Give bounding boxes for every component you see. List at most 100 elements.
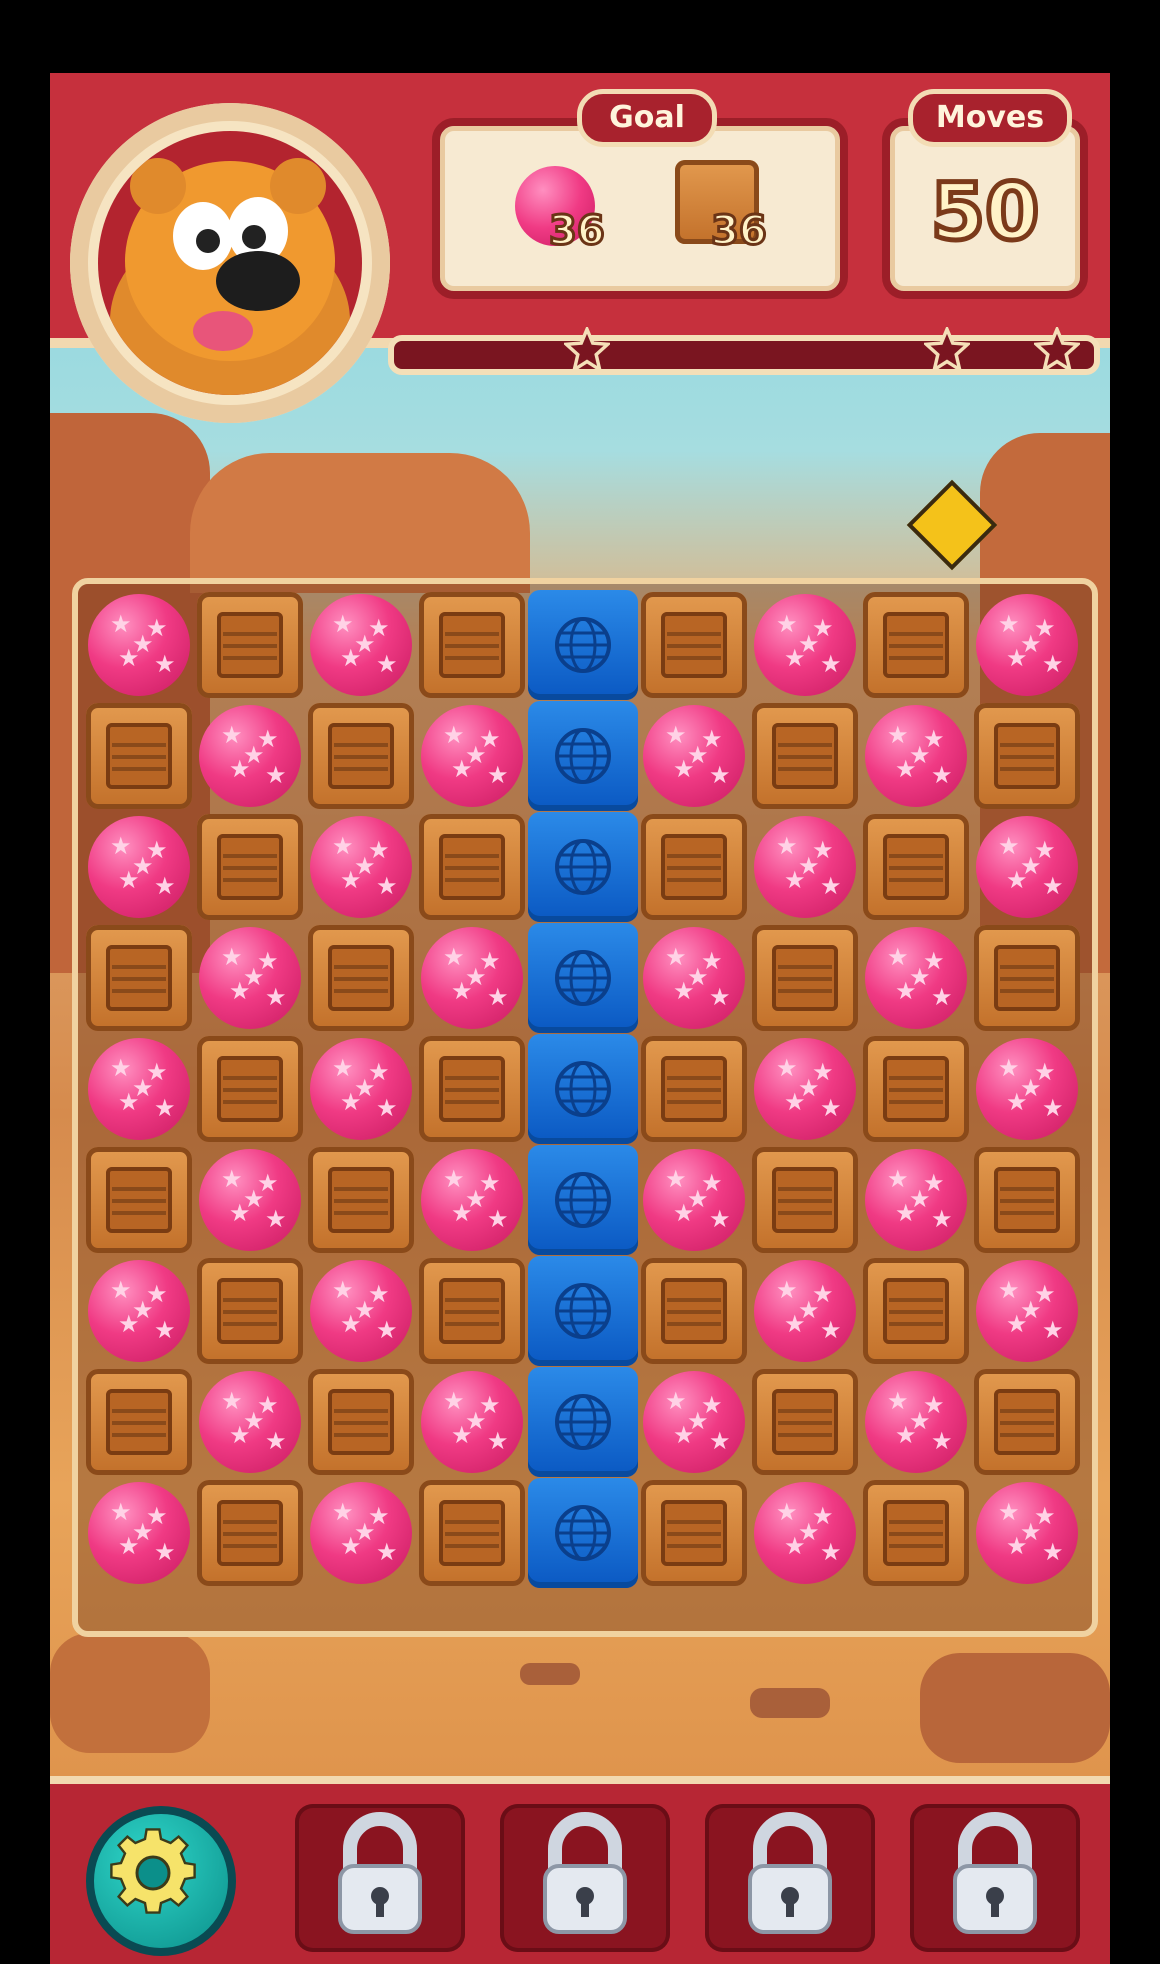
board-cell-crate[interactable] — [861, 1256, 971, 1366]
board-cell-balloon[interactable]: ★ ★ ★ ★ ★ — [417, 701, 527, 811]
board-cell-balloon[interactable]: ★ ★ ★ ★ ★ — [417, 1145, 527, 1255]
board-cell-balloon[interactable]: ★ ★ ★ ★ ★ — [639, 701, 749, 811]
board-cell-crate[interactable] — [306, 923, 416, 1033]
balloon-icon: ★ ★ ★ ★ ★ — [88, 594, 190, 696]
board-cell-crate[interactable] — [417, 590, 527, 700]
crate-icon — [863, 1258, 969, 1364]
board-cell-crate[interactable] — [195, 1478, 305, 1588]
board-cell-balloon[interactable]: ★ ★ ★ ★ ★ — [84, 812, 194, 922]
board-cell-balloon[interactable]: ★ ★ ★ ★ ★ — [417, 923, 527, 1033]
board-cell-balloon[interactable]: ★ ★ ★ ★ ★ — [639, 923, 749, 1033]
board-cell-balloon[interactable]: ★ ★ ★ ★ ★ — [639, 1145, 749, 1255]
board-cell-crate[interactable] — [972, 1367, 1082, 1477]
board-cell-cube[interactable] — [528, 1256, 638, 1366]
board-cell-cube[interactable] — [528, 1478, 638, 1588]
board-cell-cube[interactable] — [528, 923, 638, 1033]
crate-icon — [752, 1147, 858, 1253]
board-cell-balloon[interactable]: ★ ★ ★ ★ ★ — [306, 812, 416, 922]
board-cell-cube[interactable] — [528, 812, 638, 922]
board-cell-balloon[interactable]: ★ ★ ★ ★ ★ — [195, 701, 305, 811]
balloon-icon: ★ ★ ★ ★ ★ — [88, 1482, 190, 1584]
board-cell-balloon[interactable]: ★ ★ ★ ★ ★ — [417, 1367, 527, 1477]
board-cell-crate[interactable] — [417, 1256, 527, 1366]
game-screen: 36 36 Goal 50 Moves ★ ★ ★ ★ ★ ★ ★ ★ ★ ★ ★ ★ ★ ★ ★ ★ ★ ★ ★ ★… — [50, 73, 1110, 1964]
board-cell-balloon[interactable]: ★ ★ ★ ★ ★ — [861, 923, 971, 1033]
board-cell-balloon[interactable]: ★ ★ ★ ★ ★ — [195, 1367, 305, 1477]
board-cell-crate[interactable] — [861, 1478, 971, 1588]
board-cell-cube[interactable] — [528, 1145, 638, 1255]
board-cell-crate[interactable] — [972, 923, 1082, 1033]
board-cell-crate[interactable] — [84, 701, 194, 811]
top-hud: 36 36 Goal 50 Moves — [50, 73, 1110, 423]
board-cell-balloon[interactable]: ★ ★ ★ ★ ★ — [306, 1256, 416, 1366]
settings-button[interactable] — [86, 1806, 236, 1956]
board-cell-balloon[interactable]: ★ ★ ★ ★ ★ — [639, 1367, 749, 1477]
board-cell-cube[interactable] — [528, 701, 638, 811]
board-cell-balloon[interactable]: ★ ★ ★ ★ ★ — [972, 1478, 1082, 1588]
board-cell-crate[interactable] — [306, 701, 416, 811]
board-cell-crate[interactable] — [84, 1145, 194, 1255]
board-cell-crate[interactable] — [750, 1367, 860, 1477]
board-cell-crate[interactable] — [972, 1145, 1082, 1255]
board-cell-balloon[interactable]: ★ ★ ★ ★ ★ — [84, 590, 194, 700]
board-cell-crate[interactable] — [84, 923, 194, 1033]
board-cell-crate[interactable] — [639, 1034, 749, 1144]
booster-slot-1[interactable] — [295, 1804, 465, 1952]
board-cell-crate[interactable] — [861, 590, 971, 700]
board-cell-crate[interactable] — [417, 1034, 527, 1144]
board-cell-balloon[interactable]: ★ ★ ★ ★ ★ — [195, 923, 305, 1033]
board-cell-balloon[interactable]: ★ ★ ★ ★ ★ — [84, 1256, 194, 1366]
board-cell-crate[interactable] — [750, 923, 860, 1033]
board-cell-crate[interactable] — [639, 812, 749, 922]
board-cell-cube[interactable] — [528, 1034, 638, 1144]
ground-rock-1 — [50, 1633, 210, 1753]
goal-label: Goal — [577, 89, 717, 147]
board-cell-balloon[interactable]: ★ ★ ★ ★ ★ — [750, 1034, 860, 1144]
board-cell-balloon[interactable]: ★ ★ ★ ★ ★ — [750, 590, 860, 700]
board-cell-crate[interactable] — [195, 1034, 305, 1144]
board-cell-crate[interactable] — [195, 590, 305, 700]
globe-cube-icon — [528, 1367, 638, 1477]
board-cell-crate[interactable] — [861, 1034, 971, 1144]
booster-slot-4[interactable] — [910, 1804, 1080, 1952]
board-cell-balloon[interactable]: ★ ★ ★ ★ ★ — [84, 1478, 194, 1588]
board-cell-crate[interactable] — [750, 1145, 860, 1255]
board-cell-balloon[interactable]: ★ ★ ★ ★ ★ — [306, 1034, 416, 1144]
board-cell-balloon[interactable]: ★ ★ ★ ★ ★ — [861, 1367, 971, 1477]
board-cell-balloon[interactable]: ★ ★ ★ ★ ★ — [84, 1034, 194, 1144]
board-cell-crate[interactable] — [417, 812, 527, 922]
board-cell-balloon[interactable]: ★ ★ ★ ★ ★ — [972, 1034, 1082, 1144]
board-cell-crate[interactable] — [639, 1478, 749, 1588]
board-cell-crate[interactable] — [750, 701, 860, 811]
board-cell-crate[interactable] — [972, 701, 1082, 811]
globe-cube-icon — [528, 590, 638, 700]
booster-slot-2[interactable] — [500, 1804, 670, 1952]
board-cell-balloon[interactable]: ★ ★ ★ ★ ★ — [861, 701, 971, 811]
board-cell-crate[interactable] — [195, 812, 305, 922]
board-cell-balloon[interactable]: ★ ★ ★ ★ ★ — [750, 1256, 860, 1366]
balloon-icon: ★ ★ ★ ★ ★ — [754, 1482, 856, 1584]
board-cell-crate[interactable] — [417, 1478, 527, 1588]
board-cell-cube[interactable] — [528, 1367, 638, 1477]
board-cell-crate[interactable] — [306, 1367, 416, 1477]
goal-crate-count: 36 — [710, 207, 769, 256]
board-cell-crate[interactable] — [861, 812, 971, 922]
board-cell-balloon[interactable]: ★ ★ ★ ★ ★ — [861, 1145, 971, 1255]
board-cell-balloon[interactable]: ★ ★ ★ ★ ★ — [306, 1478, 416, 1588]
crate-icon — [641, 814, 747, 920]
balloon-icon: ★ ★ ★ ★ ★ — [199, 1149, 301, 1251]
board-cell-crate[interactable] — [639, 1256, 749, 1366]
board-cell-balloon[interactable]: ★ ★ ★ ★ ★ — [972, 1256, 1082, 1366]
board-cell-balloon[interactable]: ★ ★ ★ ★ ★ — [306, 590, 416, 700]
board-cell-balloon[interactable]: ★ ★ ★ ★ ★ — [195, 1145, 305, 1255]
board-cell-balloon[interactable]: ★ ★ ★ ★ ★ — [750, 812, 860, 922]
board-cell-balloon[interactable]: ★ ★ ★ ★ ★ — [750, 1478, 860, 1588]
board-cell-balloon[interactable]: ★ ★ ★ ★ ★ — [972, 590, 1082, 700]
board-cell-balloon[interactable]: ★ ★ ★ ★ ★ — [972, 812, 1082, 922]
booster-slot-3[interactable] — [705, 1804, 875, 1952]
board-cell-crate[interactable] — [84, 1367, 194, 1477]
board-cell-crate[interactable] — [195, 1256, 305, 1366]
board-cell-cube[interactable] — [528, 590, 638, 700]
board-cell-crate[interactable] — [306, 1145, 416, 1255]
board-cell-crate[interactable] — [639, 590, 749, 700]
